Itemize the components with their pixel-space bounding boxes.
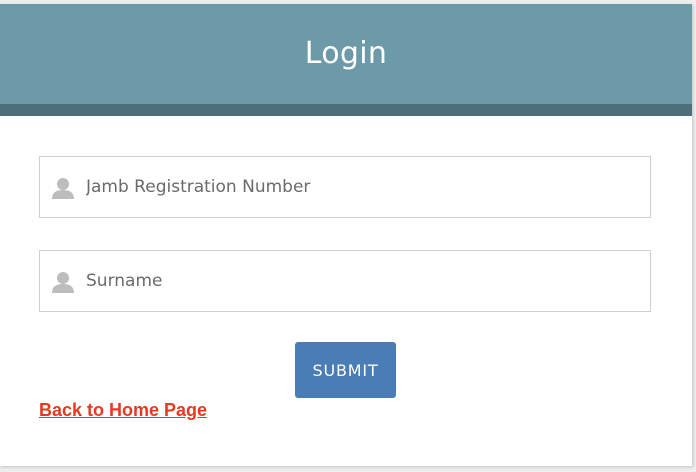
user-icon xyxy=(51,271,75,293)
back-to-home-link[interactable]: Back to Home Page xyxy=(39,400,207,421)
registration-number-input[interactable] xyxy=(86,157,636,217)
login-panel: Login SUBMIT Back to Home Page xyxy=(0,4,692,466)
registration-number-field[interactable] xyxy=(39,156,651,218)
header-divider xyxy=(0,104,692,116)
submit-button[interactable]: SUBMIT xyxy=(295,342,396,398)
surname-field[interactable] xyxy=(39,250,651,312)
user-icon xyxy=(51,177,75,199)
header-bar: Login xyxy=(0,4,692,104)
page-title: Login xyxy=(304,36,388,71)
surname-input[interactable] xyxy=(86,251,636,311)
